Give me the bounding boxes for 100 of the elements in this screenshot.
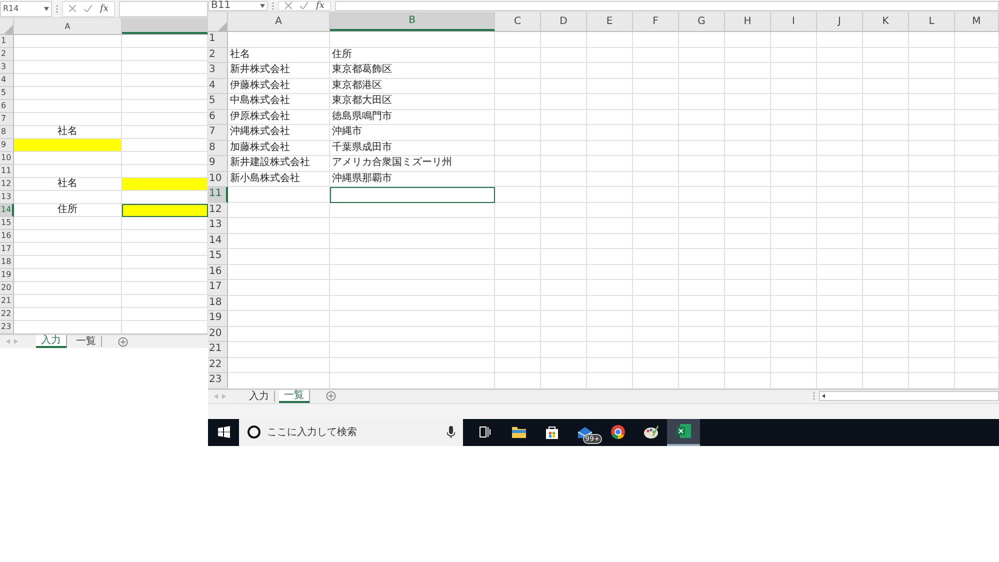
row-header[interactable]: 3	[0, 61, 14, 74]
table-cell[interactable]	[863, 358, 909, 373]
table-cell[interactable]	[633, 296, 679, 311]
table-cell[interactable]	[817, 125, 863, 140]
table-cell[interactable]	[909, 249, 955, 264]
table-cell[interactable]	[228, 296, 330, 311]
table-cell[interactable]	[633, 140, 679, 156]
table-cell[interactable]	[228, 311, 330, 326]
table-cell[interactable]	[955, 172, 999, 187]
table-cell[interactable]	[863, 125, 909, 140]
table-cell[interactable]	[495, 218, 541, 234]
table-cell[interactable]	[495, 264, 541, 280]
table-cell[interactable]	[863, 296, 909, 311]
table-cell[interactable]	[863, 94, 909, 110]
table-cell[interactable]	[863, 311, 909, 326]
table-cell[interactable]	[771, 234, 817, 249]
table-cell[interactable]	[495, 280, 541, 296]
table-cell[interactable]	[541, 110, 587, 125]
table-cell[interactable]	[863, 32, 909, 48]
sheet-tab[interactable]: 一覧	[279, 390, 310, 402]
row-header[interactable]: 19	[0, 269, 14, 282]
table-cell[interactable]	[541, 342, 587, 358]
table-cell[interactable]	[495, 249, 541, 264]
row-header[interactable]: 20	[0, 282, 14, 295]
table-cell[interactable]	[633, 172, 679, 187]
table-cell[interactable]	[228, 202, 330, 218]
table-cell[interactable]	[817, 311, 863, 326]
table-cell[interactable]	[587, 94, 633, 110]
table-cell[interactable]	[679, 125, 725, 140]
table-cell[interactable]	[633, 326, 679, 342]
table-cell[interactable]	[955, 63, 999, 78]
table-cell[interactable]	[817, 342, 863, 358]
table-cell[interactable]	[633, 187, 679, 202]
row-header[interactable]: 10	[0, 152, 14, 165]
table-cell[interactable]	[541, 125, 587, 140]
table-cell[interactable]	[330, 280, 495, 296]
table-cell[interactable]	[495, 311, 541, 326]
row-header[interactable]: 16	[0, 230, 14, 243]
table-cell[interactable]	[817, 32, 863, 48]
table-cell[interactable]	[679, 342, 725, 358]
table-cell[interactable]	[330, 234, 495, 249]
table-cell[interactable]	[541, 234, 587, 249]
table-cell[interactable]	[725, 125, 771, 140]
row-header[interactable]: 11	[208, 187, 228, 202]
table-cell[interactable]	[541, 32, 587, 48]
table-cell[interactable]	[14, 48, 122, 61]
table-cell[interactable]	[817, 234, 863, 249]
table-cell[interactable]	[495, 156, 541, 172]
table-cell[interactable]	[679, 63, 725, 78]
table-cell[interactable]	[14, 217, 122, 230]
table-cell[interactable]	[771, 187, 817, 202]
table-cell[interactable]	[14, 308, 122, 321]
table-cell[interactable]	[771, 48, 817, 63]
table-cell[interactable]	[541, 63, 587, 78]
name-box[interactable]: B11	[208, 0, 268, 10]
sheet-tab[interactable]: 一覧	[71, 336, 102, 347]
table-cell[interactable]	[679, 94, 725, 110]
table-cell[interactable]	[909, 202, 955, 218]
insert-function-button[interactable]: fx	[316, 0, 324, 10]
table-cell[interactable]	[495, 140, 541, 156]
table-cell[interactable]	[633, 234, 679, 249]
table-cell[interactable]	[587, 140, 633, 156]
table-cell[interactable]	[330, 358, 495, 373]
table-cell[interactable]	[228, 280, 330, 296]
table-cell[interactable]	[817, 218, 863, 234]
table-cell[interactable]	[955, 234, 999, 249]
table-cell[interactable]	[633, 202, 679, 218]
table-cell[interactable]	[330, 202, 495, 218]
table-cell[interactable]	[633, 311, 679, 326]
table-cell[interactable]	[909, 110, 955, 125]
table-cell[interactable]	[330, 249, 495, 264]
table-cell[interactable]	[771, 296, 817, 311]
table-cell[interactable]	[679, 202, 725, 218]
column-header[interactable]: J	[817, 12, 863, 31]
table-cell[interactable]	[725, 110, 771, 125]
table-cell[interactable]	[955, 249, 999, 264]
table-cell[interactable]	[330, 296, 495, 311]
row-header[interactable]: 15	[0, 217, 14, 230]
cancel-icon[interactable]	[69, 5, 76, 12]
table-cell[interactable]: 新小島株式会社	[228, 172, 330, 187]
table-cell[interactable]	[863, 140, 909, 156]
table-cell[interactable]	[14, 165, 122, 178]
name-box[interactable]: R14	[0, 0, 52, 16]
enter-icon[interactable]	[300, 2, 308, 9]
table-cell[interactable]	[14, 256, 122, 269]
table-cell[interactable]	[633, 110, 679, 125]
column-header[interactable]: F	[633, 12, 679, 31]
table-cell[interactable]	[633, 249, 679, 264]
table-cell[interactable]	[541, 311, 587, 326]
table-cell[interactable]	[633, 218, 679, 234]
row-header[interactable]: 6	[208, 110, 228, 125]
table-cell[interactable]	[817, 63, 863, 78]
table-cell[interactable]: 加藤株式会社	[228, 140, 330, 156]
insert-function-button[interactable]: fx	[100, 4, 108, 14]
table-cell[interactable]	[909, 48, 955, 63]
column-header[interactable]	[122, 18, 208, 34]
table-cell[interactable]	[633, 78, 679, 94]
table-cell[interactable]	[863, 342, 909, 358]
table-cell[interactable]	[771, 78, 817, 94]
table-cell[interactable]: 住所	[330, 48, 495, 63]
